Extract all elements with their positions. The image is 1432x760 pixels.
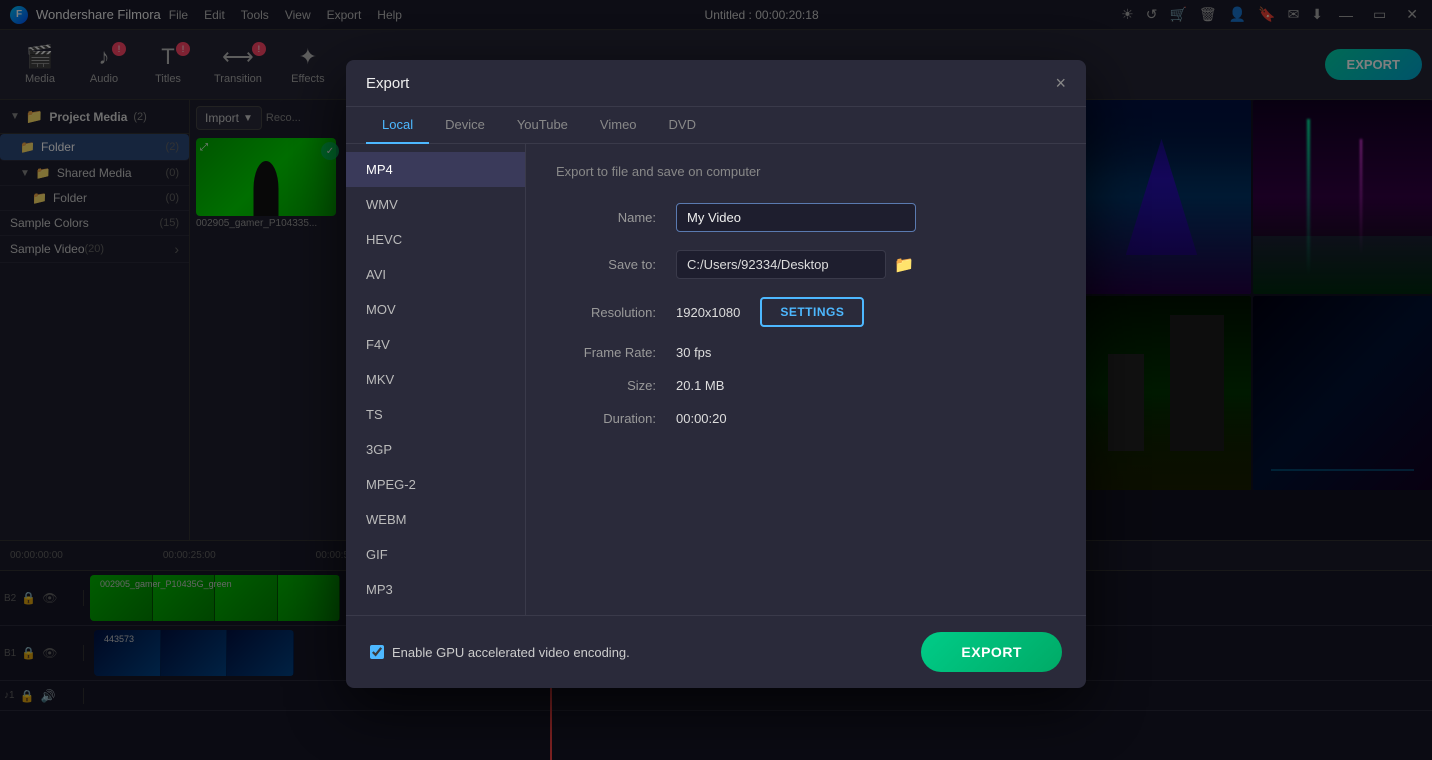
dialog-body: MP4 WMV HEVC AVI MOV F4V MKV TS 3GP MPEG… <box>346 144 1086 615</box>
format-list: MP4 WMV HEVC AVI MOV F4V MKV TS 3GP MPEG… <box>346 144 526 615</box>
format-webm[interactable]: WEBM <box>346 502 525 537</box>
tab-dvd[interactable]: DVD <box>653 107 712 144</box>
gpu-row: Enable GPU accelerated video encoding. <box>370 645 630 660</box>
frame-rate-row: Frame Rate: 30 fps <box>556 345 1056 360</box>
gpu-label: Enable GPU accelerated video encoding. <box>392 645 630 660</box>
export-settings: Export to file and save on computer Name… <box>526 144 1086 615</box>
duration-label: Duration: <box>556 411 656 426</box>
format-mp4[interactable]: MP4 <box>346 152 525 187</box>
export-description: Export to file and save on computer <box>556 164 1056 179</box>
format-mkv[interactable]: MKV <box>346 362 525 397</box>
tab-device[interactable]: Device <box>429 107 501 144</box>
format-3gp[interactable]: 3GP <box>346 432 525 467</box>
dialog-title: Export <box>366 75 409 92</box>
dialog-close-button[interactable]: × <box>1055 74 1066 92</box>
size-label: Size: <box>556 378 656 393</box>
duration-value: 00:00:20 <box>676 411 727 426</box>
frame-rate-value: 30 fps <box>676 345 711 360</box>
format-ts[interactable]: TS <box>346 397 525 432</box>
format-gif[interactable]: GIF <box>346 537 525 572</box>
format-hevc[interactable]: HEVC <box>346 222 525 257</box>
save-to-label: Save to: <box>556 257 656 272</box>
dialog-footer: Enable GPU accelerated video encoding. E… <box>346 615 1086 688</box>
export-dialog: Export × Local Device YouTube Vimeo DVD … <box>346 60 1086 688</box>
format-f4v[interactable]: F4V <box>346 327 525 362</box>
save-to-row: Save to: C:/Users/92334/Desktop 📁 <box>556 250 1056 279</box>
size-row: Size: 20.1 MB <box>556 378 1056 393</box>
resolution-label: Resolution: <box>556 305 656 320</box>
gpu-checkbox[interactable] <box>370 645 384 659</box>
export-final-button[interactable]: EXPORT <box>921 632 1062 672</box>
settings-button[interactable]: SETTINGS <box>760 297 864 327</box>
folder-browse-button[interactable]: 📁 <box>894 255 914 275</box>
format-mpeg2[interactable]: MPEG-2 <box>346 467 525 502</box>
tab-local[interactable]: Local <box>366 107 429 144</box>
frame-rate-label: Frame Rate: <box>556 345 656 360</box>
format-wmv[interactable]: WMV <box>346 187 525 222</box>
name-row: Name: <box>556 203 1056 232</box>
format-mp3[interactable]: MP3 <box>346 572 525 607</box>
dialog-header: Export × <box>346 60 1086 107</box>
dialog-tabs: Local Device YouTube Vimeo DVD <box>346 107 1086 144</box>
name-input[interactable] <box>676 203 916 232</box>
format-avi[interactable]: AVI <box>346 257 525 292</box>
format-mov[interactable]: MOV <box>346 292 525 327</box>
tab-vimeo[interactable]: Vimeo <box>584 107 653 144</box>
tab-youtube[interactable]: YouTube <box>501 107 584 144</box>
save-to-container: C:/Users/92334/Desktop 📁 <box>676 250 914 279</box>
dialog-overlay: Export × Local Device YouTube Vimeo DVD … <box>0 0 1432 760</box>
size-value: 20.1 MB <box>676 378 724 393</box>
name-label: Name: <box>556 210 656 225</box>
duration-row: Duration: 00:00:20 <box>556 411 1056 426</box>
resolution-row: Resolution: 1920x1080 SETTINGS <box>556 297 1056 327</box>
resolution-value: 1920x1080 <box>676 305 740 320</box>
save-to-path: C:/Users/92334/Desktop <box>676 250 886 279</box>
